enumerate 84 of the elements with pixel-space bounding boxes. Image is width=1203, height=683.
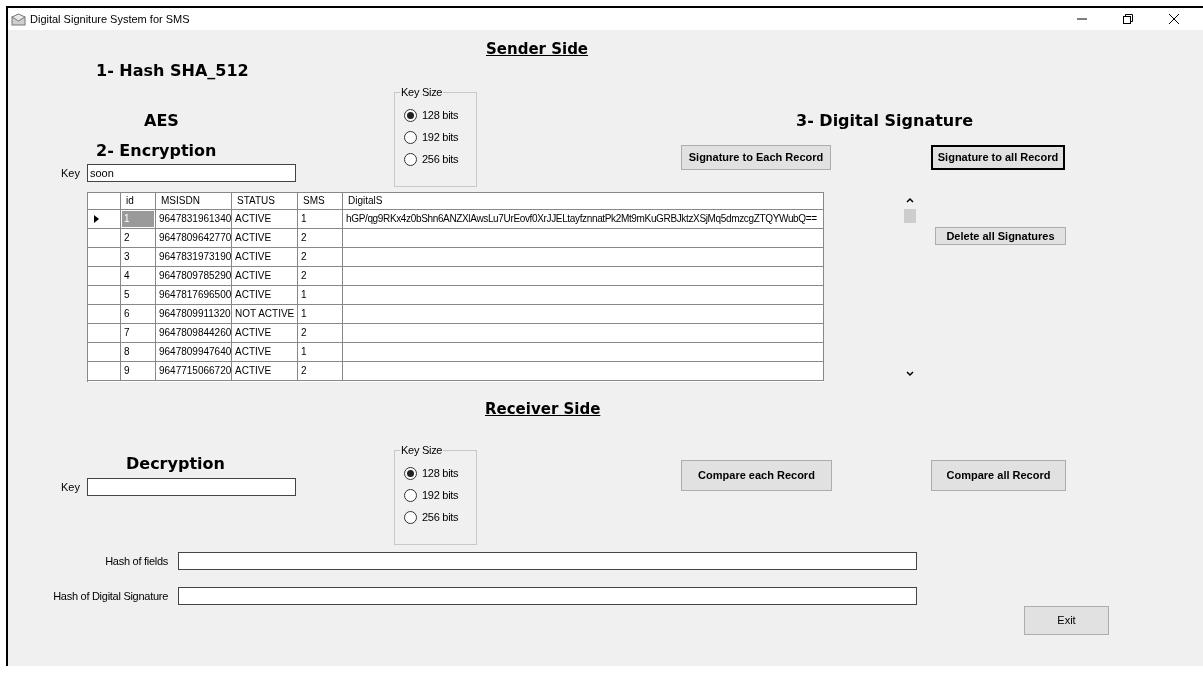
key-field[interactable]: soon — [87, 164, 296, 182]
radio-label: 128 bits — [422, 466, 459, 481]
table-cell: 7 — [121, 324, 156, 343]
hash-field[interactable] — [178, 552, 917, 570]
action-button[interactable]: Signature to Each Record — [681, 145, 831, 170]
table-cell: ACTIVE — [232, 286, 298, 305]
table-cell: 2 — [298, 248, 343, 267]
table-cell: 8 — [121, 343, 156, 362]
action-button[interactable]: Compare each Record — [681, 460, 832, 491]
radio-button[interactable] — [404, 488, 417, 502]
key-label: Key — [61, 479, 81, 495]
radio-button[interactable] — [404, 466, 417, 480]
group-legend: Key Size — [400, 443, 444, 457]
table-cell: ACTIVE — [232, 210, 298, 229]
table-cell: ACTIVE — [232, 324, 298, 343]
table-cell: 5 — [121, 286, 156, 305]
radio-label: 128 bits — [422, 108, 459, 123]
table-cell: 4 — [121, 267, 156, 286]
key-label: Key — [61, 165, 81, 181]
table-cell: 9647817696500 — [156, 286, 232, 305]
window-title: Digital Signiture System for SMS — [30, 11, 190, 27]
step-heading: AES — [144, 111, 179, 131]
radio-label: 192 bits — [422, 488, 459, 503]
radio-label: 256 bits — [422, 152, 459, 167]
table-cell: ACTIVE — [232, 343, 298, 362]
delete-signatures-button[interactable]: Delete all Signatures — [935, 227, 1066, 245]
section-heading: Receiver Side — [485, 399, 601, 419]
table-cell: ACTIVE — [232, 267, 298, 286]
current-row-icon — [94, 215, 99, 223]
radio-label: 192 bits — [422, 130, 459, 145]
restore-icon — [1123, 14, 1133, 24]
field-label: Hash of fields — [104, 553, 168, 569]
table-cell: ACTIVE — [232, 248, 298, 267]
radio-button[interactable] — [404, 130, 417, 144]
field-label: Hash of Digital Signature — [52, 588, 168, 604]
close-icon — [1169, 14, 1179, 24]
table-cell: 1 — [121, 210, 156, 229]
column-header: STATUS — [232, 193, 298, 210]
key-field[interactable] — [87, 478, 296, 496]
column-header: MSISDN — [156, 193, 232, 210]
action-button[interactable]: Compare all Record — [931, 460, 1066, 491]
table-cell: 1 — [298, 305, 343, 324]
radio-label: 256 bits — [422, 510, 459, 525]
table-cell: 9647809911320 — [156, 305, 232, 324]
table-cell: 1 — [298, 343, 343, 362]
scroll-thumb[interactable] — [904, 209, 916, 223]
table-cell: 9647809947640 — [156, 343, 232, 362]
section-heading: Sender Side — [486, 39, 589, 59]
table-cell: 3 — [121, 248, 156, 267]
radio-button[interactable] — [404, 108, 417, 122]
table-cell: 9647809785290 — [156, 267, 232, 286]
group-legend: Key Size — [400, 85, 444, 99]
table-cell: hGP/qg9RKx4z0bShn6ANZXlAwsLu7UrEovf0XrJJELtayfznnatPk2Mt9mKuGRBJktzXSjMq5dmzcgZTQYWubQ== — [343, 210, 824, 229]
hash-field[interactable] — [178, 587, 917, 605]
table-cell: 9 — [121, 362, 156, 381]
table-cell: 6 — [121, 305, 156, 324]
radio-button[interactable] — [404, 510, 417, 524]
table-cell: 9647831961340 — [156, 210, 232, 229]
table-cell: 9647715066720 — [156, 362, 232, 381]
table-cell: 9647809844260 — [156, 324, 232, 343]
step-heading: Decryption — [126, 454, 225, 474]
column-header: DigitalS — [343, 193, 824, 210]
step-heading: 1- Hash SHA_512 — [96, 61, 249, 81]
table-cell: 2 — [298, 362, 343, 381]
scroll-up-icon[interactable] — [906, 197, 914, 203]
action-button[interactable]: Signature to all Record — [931, 145, 1065, 170]
app-icon — [11, 12, 26, 26]
column-header: SMS — [298, 193, 343, 210]
table-cell: 2 — [298, 324, 343, 343]
table-cell: 2 — [298, 229, 343, 248]
table-cell: 2 — [121, 229, 156, 248]
table-cell: ACTIVE — [232, 229, 298, 248]
table-cell: 9647831973190 — [156, 248, 232, 267]
table-cell: 1 — [298, 286, 343, 305]
table-cell: 1 — [298, 210, 343, 229]
table-cell: 2 — [298, 267, 343, 286]
table-cell: NOT ACTIVE — [232, 305, 298, 324]
table-cell: 9647809642770 — [156, 229, 232, 248]
step-heading: 3- Digital Signature — [796, 111, 973, 131]
exit-button[interactable]: Exit — [1024, 606, 1109, 635]
table-cell: ACTIVE — [232, 362, 298, 381]
radio-button[interactable] — [404, 152, 417, 166]
step-heading: 2- Encryption — [96, 141, 217, 161]
scroll-down-icon[interactable] — [906, 371, 914, 377]
